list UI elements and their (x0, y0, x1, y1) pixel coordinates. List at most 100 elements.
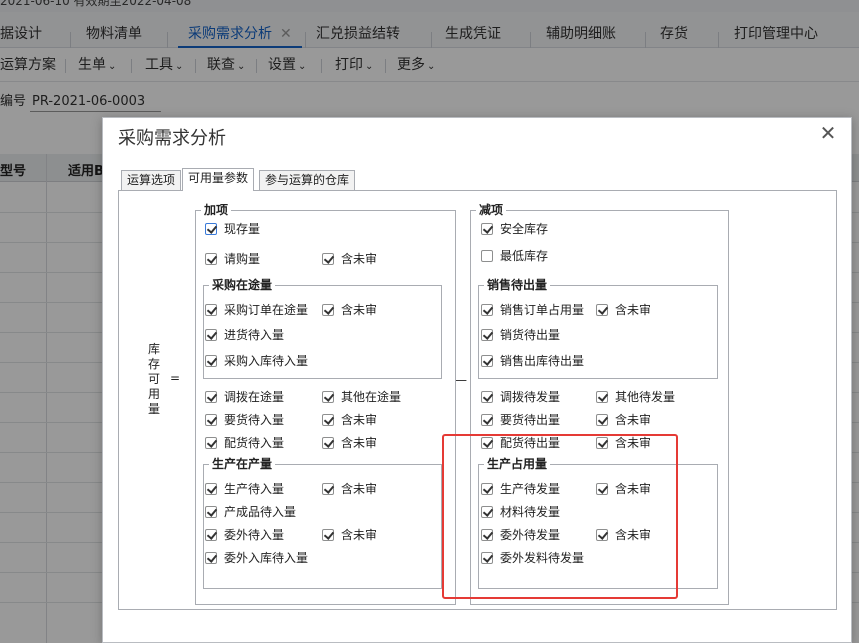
safety-stock-label: 安全库存 (500, 222, 549, 236)
checkbox-box[interactable] (205, 329, 217, 341)
checkbox-box[interactable] (205, 414, 217, 426)
prod-out-unapproved-checkbox[interactable]: 含未审 (596, 481, 651, 497)
sales-order-label: 销售订单占用量 (500, 303, 585, 317)
checkbox-box[interactable] (205, 304, 217, 316)
checkbox-box[interactable] (481, 391, 493, 403)
stock-label-char: 库 (147, 342, 160, 356)
checkbox-box[interactable] (481, 250, 493, 262)
sales-delivery-checkbox[interactable]: 销售出库待出量 (481, 353, 584, 369)
po-receipt-in-label: 采购入库待入量 (224, 354, 309, 368)
subtract-items-legend: 减项 (479, 203, 504, 217)
checkbox-box[interactable] (322, 414, 334, 426)
checkbox-box[interactable] (205, 223, 217, 235)
checkbox-box[interactable] (322, 529, 334, 541)
other-transit-checkbox[interactable]: 其他在途量 (322, 389, 401, 405)
prod-out-checkbox[interactable]: 生产待发量 (481, 481, 560, 497)
close-icon[interactable]: ✕ (817, 122, 839, 144)
outsource-out-checkbox[interactable]: 委外待发量 (481, 527, 560, 543)
sales-order-unapproved-checkbox[interactable]: 含未审 (596, 302, 651, 318)
stock-available-label: 库 存 可 用 量 (147, 342, 161, 417)
arrival-in-checkbox[interactable]: 进货待入量 (205, 327, 284, 343)
checkbox-box[interactable] (481, 552, 493, 564)
min-stock-checkbox[interactable]: 最低库存 (481, 248, 548, 264)
checkbox-box[interactable] (205, 506, 217, 518)
checkbox-box[interactable] (481, 329, 493, 341)
prod-in-checkbox[interactable]: 生产待入量 (205, 481, 284, 497)
checkbox-box[interactable] (205, 391, 217, 403)
checkbox-box[interactable] (596, 414, 608, 426)
checkbox-box[interactable] (205, 529, 217, 541)
prod-in-unapproved-label: 含未审 (341, 482, 378, 496)
sales-delivery-label: 销售出库待出量 (500, 354, 585, 368)
sales-outgoing-checkbox[interactable]: 销货待出量 (481, 327, 560, 343)
outsource-material-checkbox[interactable]: 委外发料待发量 (481, 550, 584, 566)
checkbox-box[interactable] (481, 529, 493, 541)
outsource-receipt-label: 委外入库待入量 (224, 551, 309, 565)
safety-stock-checkbox[interactable]: 安全库存 (481, 221, 548, 237)
checkbox-box[interactable] (596, 437, 608, 449)
dist-out-unapproved-checkbox[interactable]: 含未审 (596, 435, 651, 451)
checkbox-box[interactable] (322, 391, 334, 403)
tab-warehouses[interactable]: 参与运算的仓库 (259, 170, 356, 190)
request-unapproved-checkbox[interactable]: 含未审 (322, 251, 377, 267)
checkbox-box[interactable] (596, 483, 608, 495)
checkbox-box[interactable] (205, 552, 217, 564)
checkbox-box[interactable] (322, 483, 334, 495)
checkbox-box[interactable] (596, 529, 608, 541)
transfer-out-checkbox[interactable]: 调拨待发量 (481, 389, 560, 405)
demand-out-unapproved-label: 含未审 (615, 413, 652, 427)
other-out-checkbox[interactable]: 其他待发量 (596, 389, 675, 405)
checkbox-box[interactable] (596, 304, 608, 316)
dist-in-unapproved-checkbox[interactable]: 含未审 (322, 435, 377, 451)
dist-out-checkbox[interactable]: 配货待出量 (481, 435, 560, 451)
availability-panel: 库 存 可 用 量 = — 加项 现存量 请购量 含未审 采购在途量 采购订单在… (118, 190, 837, 610)
transfer-transit-checkbox[interactable]: 调拨在途量 (205, 389, 284, 405)
demand-out-checkbox[interactable]: 要货待出量 (481, 412, 560, 428)
po-receipt-in-checkbox[interactable]: 采购入库待入量 (205, 353, 308, 369)
checkbox-box[interactable] (481, 304, 493, 316)
stock-label-char: 可 (147, 372, 160, 386)
checkbox-box[interactable] (322, 253, 334, 265)
request-checkbox[interactable]: 请购量 (205, 251, 260, 267)
outsource-receipt-checkbox[interactable]: 委外入库待入量 (205, 550, 308, 566)
checkbox-box[interactable] (205, 437, 217, 449)
onhand-checkbox[interactable]: 现存量 (205, 221, 260, 237)
checkbox-box[interactable] (481, 437, 493, 449)
checkbox-box[interactable] (596, 391, 608, 403)
checkbox-box[interactable] (205, 483, 217, 495)
dist-in-checkbox[interactable]: 配货待入量 (205, 435, 284, 451)
checkbox-box[interactable] (481, 483, 493, 495)
po-transit-checkbox[interactable]: 采购订单在途量 (205, 302, 308, 318)
production-use-group: 生产占用量 (478, 457, 718, 589)
checkbox-box[interactable] (481, 414, 493, 426)
dist-in-label: 配货待入量 (224, 436, 285, 450)
purchase-demand-dialog: 采购需求分析 ✕ 运算选项 可用量参数 参与运算的仓库 库 存 可 用 量 = … (102, 117, 852, 643)
outsource-out-unapproved-checkbox[interactable]: 含未审 (596, 527, 651, 543)
tab-availability-params[interactable]: 可用量参数 (182, 168, 255, 191)
prod-in-unapproved-checkbox[interactable]: 含未审 (322, 481, 377, 497)
transfer-out-label: 调拨待发量 (500, 390, 561, 404)
po-transit-unapproved-checkbox[interactable]: 含未审 (322, 302, 377, 318)
checkbox-box[interactable] (481, 355, 493, 367)
stock-label-char: 量 (147, 402, 160, 416)
outsource-in-unapproved-checkbox[interactable]: 含未审 (322, 527, 377, 543)
fg-in-checkbox[interactable]: 产成品待入量 (205, 504, 296, 520)
checkbox-box[interactable] (322, 304, 334, 316)
checkbox-box[interactable] (205, 355, 217, 367)
checkbox-box[interactable] (205, 253, 217, 265)
fg-in-label: 产成品待入量 (224, 505, 297, 519)
demand-out-unapproved-checkbox[interactable]: 含未审 (596, 412, 651, 428)
checkbox-box[interactable] (322, 437, 334, 449)
checkbox-box[interactable] (481, 223, 493, 235)
sales-order-checkbox[interactable]: 销售订单占用量 (481, 302, 584, 318)
checkbox-box[interactable] (481, 506, 493, 518)
outsource-in-checkbox[interactable]: 委外待入量 (205, 527, 284, 543)
demand-in-checkbox[interactable]: 要货待入量 (205, 412, 284, 428)
dist-out-label: 配货待出量 (500, 436, 561, 450)
equals-sign: = (170, 371, 181, 385)
material-out-checkbox[interactable]: 材料待发量 (481, 504, 560, 520)
request-label: 请购量 (224, 252, 261, 266)
production-wip-group: 生产在产量 (203, 457, 442, 589)
tab-calc-options[interactable]: 运算选项 (121, 170, 182, 190)
demand-in-unapproved-checkbox[interactable]: 含未审 (322, 412, 377, 428)
